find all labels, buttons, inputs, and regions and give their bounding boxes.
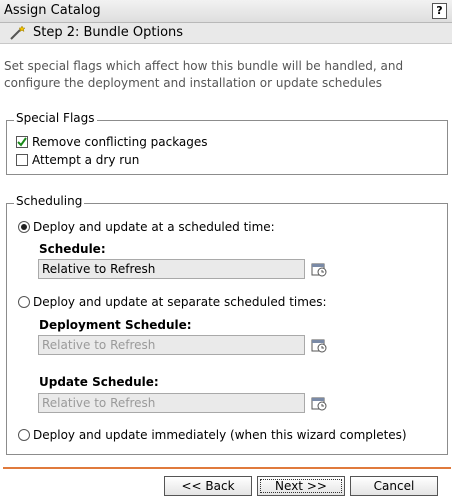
remove-conflicting-option[interactable]: Remove conflicting packages [16,135,208,149]
immediate-option[interactable]: Deploy and update immediately (when this… [18,428,407,442]
scheduled-time-option[interactable]: Deploy and update at a scheduled time: [18,220,275,234]
scheduling-group: Scheduling Deploy and update at a schedu… [6,194,448,455]
calendar-icon[interactable] [311,261,327,277]
step-header: Step 2: Bundle Options [0,23,452,44]
schedule-label: Schedule: [39,242,106,256]
calendar-icon[interactable] [311,337,327,353]
update-schedule-label: Update Schedule: [39,375,159,389]
calendar-icon[interactable] [311,395,327,411]
remove-conflicting-checkbox[interactable] [16,136,28,148]
wizard-wand-icon [10,25,26,40]
immediate-label: Deploy and update immediately (when this… [33,428,407,442]
special-flags-legend: Special Flags [14,111,97,125]
dry-run-label: Attempt a dry run [32,153,140,167]
back-button[interactable]: << Back [164,476,252,496]
footer-divider [3,467,451,469]
deployment-schedule-label: Deployment Schedule: [39,318,192,332]
deployment-schedule-field[interactable]: Relative to Refresh [38,335,305,355]
special-flags-group: Special Flags Remove conflicting package… [6,111,448,175]
immediate-radio[interactable] [18,429,30,441]
scheduled-time-radio[interactable] [18,221,30,233]
separate-times-radio[interactable] [18,296,30,308]
dry-run-checkbox[interactable] [16,154,28,166]
help-button[interactable]: ? [432,3,447,19]
separate-times-label: Deploy and update at separate scheduled … [33,295,327,309]
dry-run-option[interactable]: Attempt a dry run [16,153,139,167]
window-title: Assign Catalog [4,3,101,18]
separate-times-option[interactable]: Deploy and update at separate scheduled … [18,295,327,309]
step-title: Step 2: Bundle Options [33,25,184,40]
title-bar: Assign Catalog ? [0,0,452,23]
intro-text: Set special flags which affect how this … [4,59,404,90]
schedule-field[interactable]: Relative to Refresh [38,259,305,279]
cancel-button[interactable]: Cancel [350,476,438,496]
scheduling-legend: Scheduling [14,194,85,208]
next-button[interactable]: Next >> [257,476,345,496]
scheduled-time-label: Deploy and update at a scheduled time: [33,220,275,234]
remove-conflicting-label: Remove conflicting packages [32,135,208,149]
checkmark-icon [17,137,27,147]
update-schedule-field[interactable]: Relative to Refresh [38,393,305,413]
